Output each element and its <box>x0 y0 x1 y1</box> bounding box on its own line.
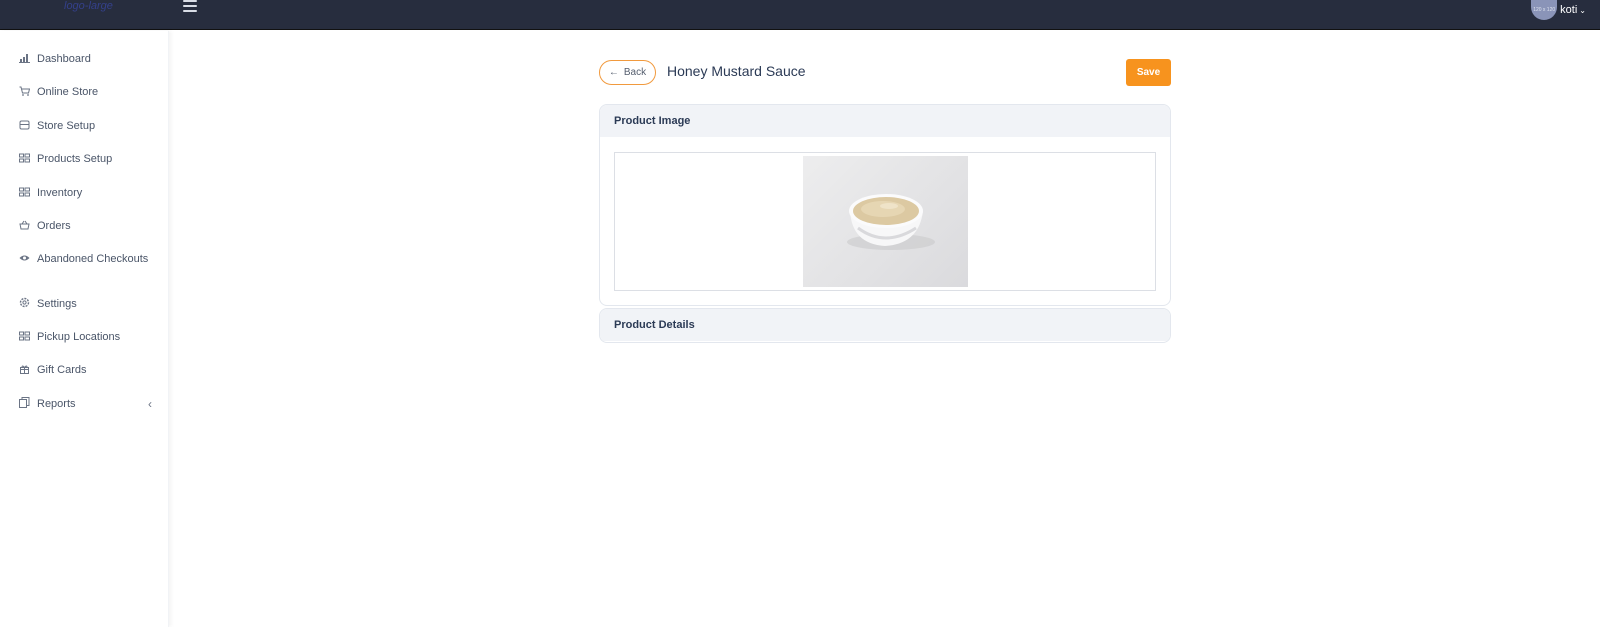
report-icon <box>18 397 30 408</box>
sidebar-item-label: Abandoned Checkouts <box>37 253 149 265</box>
sidebar-item-online-store[interactable]: Online Store <box>18 85 164 100</box>
gift-icon <box>18 364 30 374</box>
sidebar-item-dashboard[interactable]: Dashboard <box>18 52 164 67</box>
product-image-header[interactable]: Product Image <box>600 105 1170 137</box>
sidebar-item-label: Settings <box>37 298 77 310</box>
product-image-frame <box>614 152 1156 291</box>
sidebar-item-label: Online Store <box>37 86 99 98</box>
sidebar-item-label: Reports <box>37 398 76 410</box>
bar-chart-icon <box>18 53 30 63</box>
hamburger-menu-icon[interactable] <box>183 0 197 12</box>
product-image[interactable] <box>803 156 968 287</box>
sidebar-item-pickup-locations[interactable]: Pickup Locations <box>18 330 164 345</box>
sidebar-item-label: Gift Cards <box>37 364 87 376</box>
user-menu[interactable]: 120 x 120 koti ⌄ <box>1531 0 1586 20</box>
back-button-label: Back <box>623 67 647 78</box>
user-name[interactable]: koti <box>1560 4 1577 16</box>
cart-icon <box>18 86 30 96</box>
sidebar-item-label: Inventory <box>37 187 83 199</box>
store-icon <box>18 120 30 130</box>
product-details-card: Product Details <box>599 308 1171 343</box>
eye-icon <box>18 253 30 263</box>
save-button[interactable]: Save <box>1126 59 1171 86</box>
sidebar-item-store-setup[interactable]: Store Setup <box>18 119 164 134</box>
top-navbar: logo-large 120 x 120 koti ⌄ <box>0 0 1600 30</box>
avatar[interactable]: 120 x 120 <box>1531 0 1558 20</box>
sidebar-item-label: Dashboard <box>37 53 91 65</box>
grid-icon <box>18 187 30 197</box>
chevron-down-icon[interactable]: ⌄ <box>1579 6 1586 15</box>
sidebar: Dashboard Online Store Store Setup Produ… <box>0 31 169 627</box>
sidebar-item-abandoned-checkouts[interactable]: Abandoned Checkouts <box>18 252 164 267</box>
arrow-left-icon: ← <box>608 67 619 78</box>
back-button[interactable]: ← Back <box>599 60 656 85</box>
gear-icon <box>18 297 30 308</box>
sidebar-item-settings[interactable]: Settings <box>18 297 164 312</box>
product-image-card: Product Image <box>599 104 1171 306</box>
sidebar-item-inventory[interactable]: Inventory <box>18 186 164 201</box>
sidebar-item-label: Orders <box>37 220 71 232</box>
logo[interactable]: logo-large <box>64 0 113 12</box>
sidebar-item-label: Products Setup <box>37 153 113 165</box>
sidebar-item-orders[interactable]: Orders <box>18 219 164 234</box>
sidebar-item-gift-cards[interactable]: Gift Cards <box>18 363 164 378</box>
sidebar-item-products-setup[interactable]: Products Setup <box>18 152 164 167</box>
grid-icon <box>18 331 30 341</box>
grid-icon <box>18 153 30 163</box>
page-title: Honey Mustard Sauce <box>667 63 806 79</box>
product-details-header[interactable]: Product Details <box>600 309 1170 341</box>
sidebar-item-label: Pickup Locations <box>37 331 121 343</box>
sidebar-item-reports[interactable]: Reports ‹ <box>18 397 164 412</box>
basket-icon <box>18 220 30 230</box>
chevron-left-icon[interactable]: ‹ <box>148 397 152 412</box>
sidebar-item-label: Store Setup <box>37 120 96 132</box>
